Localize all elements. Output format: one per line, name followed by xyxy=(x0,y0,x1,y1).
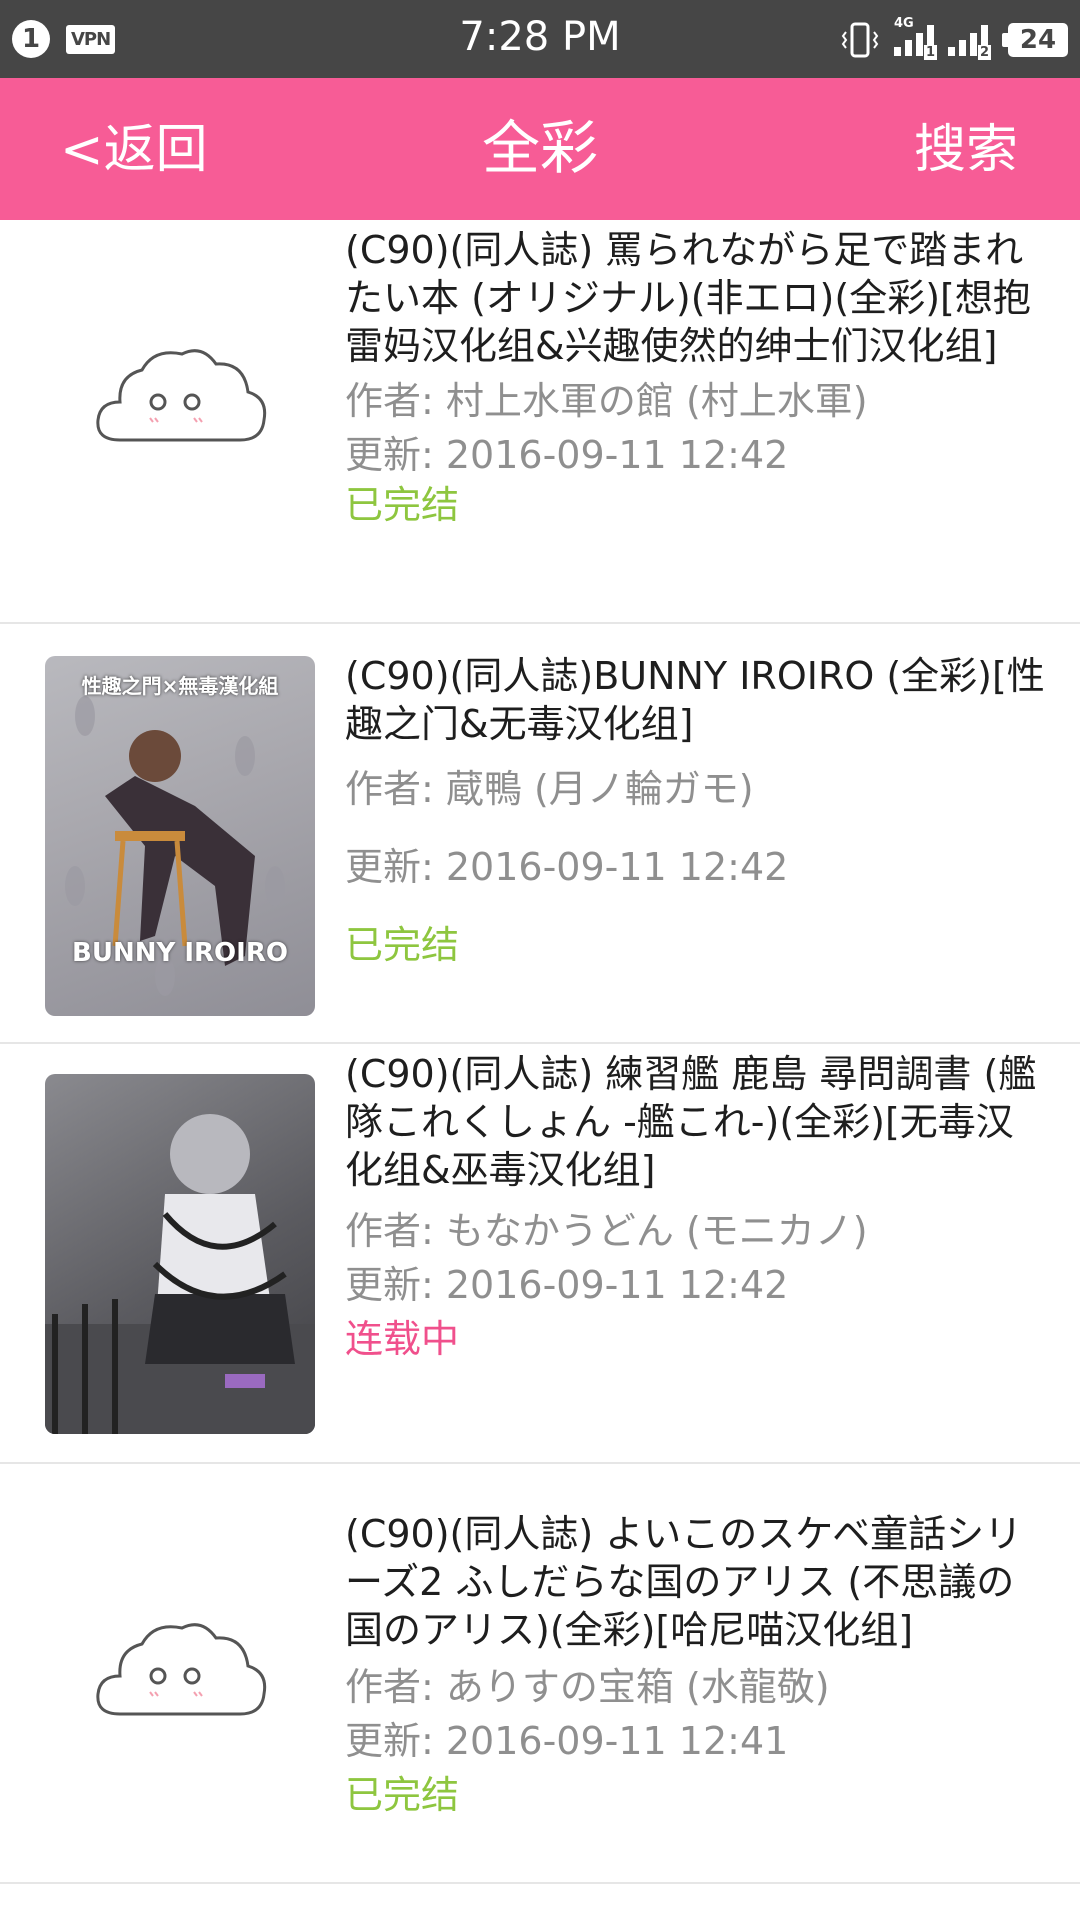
item-author: 作者: もなかうどん (モニカノ) xyxy=(345,1209,868,1253)
item-title: (C90)(同人誌) 練習艦 鹿島 尋問調書 (艦隊これくしょん -艦これ-)(… xyxy=(345,1052,1037,1192)
signal-sim1-icon: 4G 1 xyxy=(894,16,938,60)
placeholder-cloud-icon xyxy=(45,280,315,520)
list-item[interactable]: (C90)(同人誌) 練習艦 鹿島 尋問調書 (艦隊これくしょん -艦これ-)(… xyxy=(0,1044,1080,1464)
item-updated: 更新: 2016-09-11 12:42 xyxy=(345,1263,789,1307)
signal-sim2-icon: 2 xyxy=(948,24,992,60)
cover-image: 性趣之門×無毒漢化組 BUNNY IROIRO xyxy=(45,656,315,1016)
list-item[interactable]: (C90)(同人誌) よいこのスケベ童話シリーズ2 ふしだらな国のアリス (不思… xyxy=(0,1464,1080,1884)
item-author: 作者: 蔵鴨 (月ノ輪ガモ) xyxy=(345,767,754,811)
item-status: 已完结 xyxy=(345,1773,460,1817)
item-updated: 更新: 2016-09-11 12:42 xyxy=(345,433,789,477)
item-author: 作者: ありすの宝箱 (水龍敬) xyxy=(345,1665,830,1709)
item-title: (C90)(同人誌) 罵られながら足で踏まれたい本 (オリジナル)(非エロ)(全… xyxy=(345,228,1031,368)
cover-title-text: BUNNY IROIRO xyxy=(72,938,288,968)
list-item[interactable]: 性趣之門×無毒漢化組 BUNNY IROIRO (C90)(同人誌)BUNNY … xyxy=(0,624,1080,1044)
item-updated: 更新: 2016-09-11 12:41 xyxy=(345,1719,789,1763)
item-status: 已完结 xyxy=(345,923,460,967)
sim2-label: 2 xyxy=(978,45,992,60)
comic-list: (C90)(同人誌) 罵られながら足で踏まれたい本 (オリジナル)(非エロ)(全… xyxy=(0,220,1080,1884)
list-item[interactable]: (C90)(同人誌) 罵られながら足で踏まれたい本 (オリジナル)(非エロ)(全… xyxy=(0,220,1080,624)
item-status: 连载中 xyxy=(345,1317,460,1361)
item-title: (C90)(同人誌)BUNNY IROIRO (全彩)[性趣之门&无毒汉化组] xyxy=(345,654,1045,746)
app-header: <返回 全彩 搜索 xyxy=(0,78,1080,220)
item-author: 作者: 村上水軍の館 (村上水軍) xyxy=(345,379,868,423)
item-updated: 更新: 2016-09-11 12:42 xyxy=(345,845,789,889)
sim1-label: 1 xyxy=(924,45,938,60)
network-type-label: 4G xyxy=(894,16,914,31)
battery-icon: 24 xyxy=(1002,23,1068,57)
cover-top-text: 性趣之門×無毒漢化組 xyxy=(81,674,279,698)
item-title: (C90)(同人誌) よいこのスケベ童話シリーズ2 ふしだらな国のアリス (不思… xyxy=(345,1512,1023,1652)
item-status: 已完结 xyxy=(345,483,460,527)
placeholder-cloud-icon xyxy=(45,1554,315,1794)
cover-image xyxy=(45,1074,315,1434)
status-bar: 1 VPN 7:28 PM 4G 1 2 24 xyxy=(0,0,1080,78)
vibrate-icon xyxy=(841,22,879,58)
search-button[interactable]: 搜索 xyxy=(914,120,1018,180)
battery-level: 24 xyxy=(1008,23,1068,57)
